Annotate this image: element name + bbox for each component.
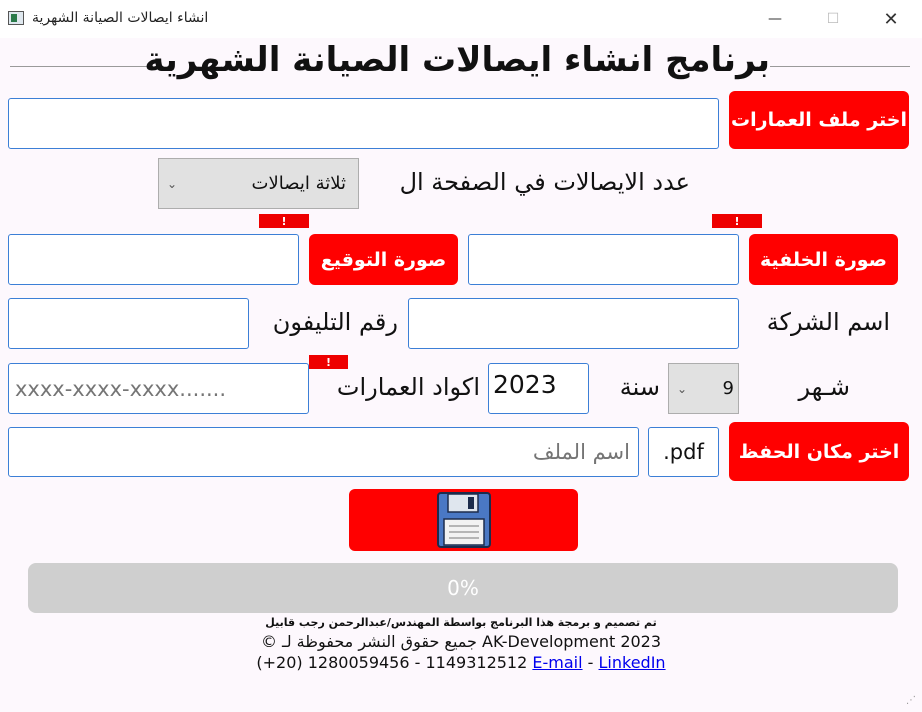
maximize-icon: ☐ [826, 11, 840, 27]
heading-divider-left [10, 66, 150, 67]
building-codes-label: اكواد العمارات [336, 373, 480, 401]
close-icon: ✕ [883, 8, 899, 30]
year-label: سنة [619, 373, 660, 401]
background-image-field[interactable] [468, 234, 739, 285]
progress-bar: 0% [28, 563, 898, 613]
month-select[interactable]: ⌄ 9 [668, 363, 739, 414]
receipts-per-page-value: ثلاثة ايصالات [251, 173, 346, 194]
minimize-icon: — [768, 11, 782, 27]
buildings-file-field[interactable] [8, 98, 719, 149]
title-bar: انشاء ايصالات الصيانة الشهرية — ☐ ✕ [0, 0, 922, 38]
window-title: انشاء ايصالات الصيانة الشهرية [32, 10, 209, 26]
phone-number-label: رقم التليفون [272, 308, 398, 336]
receipts-per-page-label: عدد الايصالات في الصفحة ال [399, 168, 690, 196]
footer-separator: - [587, 653, 594, 672]
file-extension-field: .pdf [648, 427, 719, 477]
maximize-button[interactable]: ☐ [810, 4, 856, 34]
save-button[interactable] [349, 489, 578, 551]
building-codes-warning-badge: ! [309, 355, 348, 369]
footer-contact: (+20) 1280059456 - 1149312512 E-mail - L… [0, 653, 922, 672]
floppy-disk-icon [436, 492, 491, 548]
linkedin-link[interactable]: LinkedIn [599, 653, 666, 672]
heading-divider-right [770, 66, 910, 67]
choose-buildings-file-button[interactable]: اختر ملف العمارات [729, 91, 909, 149]
email-link[interactable]: E-mail [532, 653, 582, 672]
company-name-label: اسم الشركة [766, 308, 890, 336]
chevron-down-icon: ⌄ [167, 176, 178, 191]
year-field[interactable]: 2023 [488, 363, 589, 414]
footer-copyright: © جميع حقوق النشر محفوظة لـ AK-Developme… [260, 632, 662, 651]
page-title: برنامج انشاء ايصالات الصيانة الشهرية [144, 40, 770, 80]
progress-text: 0% [447, 576, 479, 600]
background-warning-badge: ! [712, 214, 762, 228]
close-button[interactable]: ✕ [868, 4, 914, 34]
signature-image-field[interactable] [8, 234, 299, 285]
minimize-button[interactable]: — [752, 4, 798, 34]
chevron-down-icon: ⌄ [677, 381, 688, 396]
footer-credit: تم تصميم و برمجة هذا البرنامج بواسطة الم… [265, 616, 657, 629]
choose-background-image-button[interactable]: صورة الخلفية [749, 234, 898, 285]
month-value: 9 [722, 378, 734, 399]
resize-grip-icon[interactable]: ⋰ [906, 696, 918, 708]
choose-signature-image-button[interactable]: صورة التوقيع [309, 234, 458, 285]
app-icon [8, 11, 24, 25]
company-name-field[interactable] [408, 298, 739, 349]
phone-number-field[interactable] [8, 298, 249, 349]
building-codes-input[interactable] [8, 363, 309, 414]
footer-phones: (+20) 1280059456 - 1149312512 [256, 653, 528, 672]
signature-warning-badge: ! [259, 214, 309, 228]
receipts-per-page-select[interactable]: ثلاثة ايصالات ⌄ [158, 158, 359, 209]
filename-input[interactable] [8, 427, 639, 477]
month-label: شـهر [798, 373, 850, 401]
choose-save-location-button[interactable]: اختر مكان الحفظ [729, 422, 909, 481]
